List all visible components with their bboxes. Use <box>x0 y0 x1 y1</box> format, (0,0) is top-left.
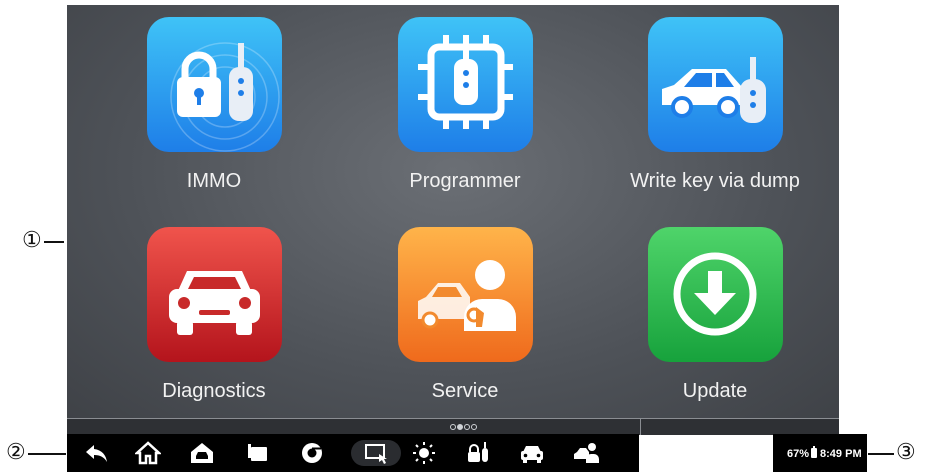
immo-shortcut-icon[interactable] <box>465 440 491 466</box>
back-icon[interactable] <box>83 440 109 466</box>
app-immo[interactable]: IMMO <box>104 17 324 193</box>
app-diagnostics[interactable]: Diagnostics <box>104 227 324 403</box>
page-dot[interactable] <box>464 424 470 430</box>
home-screen: IMMO Programmer Write key via dump Diagn… <box>67 5 839 418</box>
page-dot[interactable] <box>450 424 456 430</box>
immo-key-lock-icon <box>146 17 282 152</box>
app-label: Service <box>431 380 499 402</box>
app-label: Diagnostics <box>162 380 266 402</box>
pager-divider <box>640 419 641 435</box>
browser-icon[interactable] <box>299 440 325 466</box>
brightness-icon[interactable] <box>411 440 437 466</box>
callout-1: ① <box>22 228 42 253</box>
service-shortcut-icon[interactable] <box>573 440 599 466</box>
car-key-icon <box>647 17 783 152</box>
app-update[interactable]: Update <box>605 227 825 403</box>
app-label: Programmer <box>409 170 521 192</box>
app-write-key-via-dump[interactable]: Write key via dump <box>605 17 825 193</box>
battery-percent: 67% <box>787 448 810 460</box>
page-indicator-bar <box>67 418 839 435</box>
car-front-icon <box>146 227 282 362</box>
car-home-icon[interactable] <box>189 440 215 466</box>
app-label: Write key via dump <box>630 170 800 192</box>
recent-apps-icon[interactable] <box>245 440 271 466</box>
app-service[interactable]: Service <box>355 227 575 403</box>
page-dot[interactable] <box>471 424 477 430</box>
programmer-chip-icon <box>397 17 533 152</box>
page-dot-active[interactable] <box>457 424 463 430</box>
callout-3: ③ <box>896 440 916 465</box>
screen-capture-icon[interactable] <box>351 440 401 466</box>
clock-time: 8:49 PM <box>820 448 862 460</box>
app-label: IMMO <box>186 170 242 192</box>
navigation-bar <box>67 434 639 472</box>
callout-1-line <box>44 241 64 243</box>
callout-2: ② <box>6 440 26 465</box>
app-programmer[interactable]: Programmer <box>355 17 575 193</box>
home-icon[interactable] <box>133 440 163 466</box>
callout-3-line <box>868 453 894 455</box>
battery-icon <box>811 446 818 458</box>
app-label: Update <box>682 380 748 402</box>
download-arrow-icon <box>647 227 783 362</box>
diagnostics-shortcut-icon[interactable] <box>519 440 545 466</box>
status-bar: 67% 8:49 PM <box>773 434 867 472</box>
callout-2-line <box>28 453 66 455</box>
service-technician-icon <box>397 227 533 362</box>
